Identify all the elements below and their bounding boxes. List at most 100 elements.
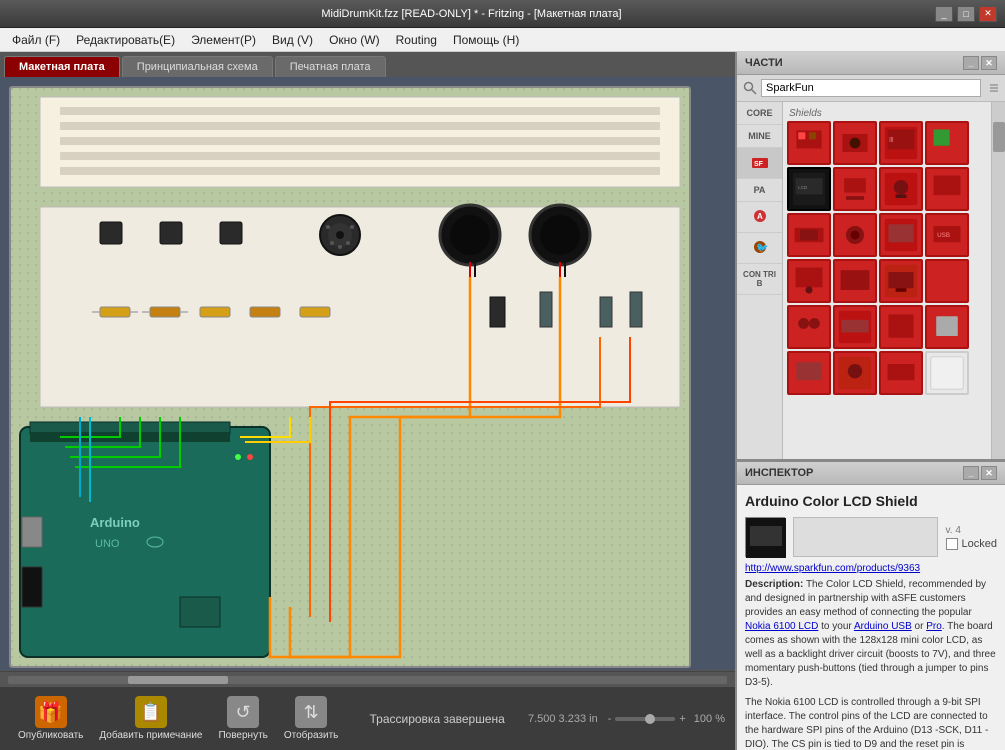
- part-item[interactable]: [879, 167, 923, 211]
- svg-text:SF: SF: [754, 161, 764, 168]
- part-item[interactable]: [833, 167, 877, 211]
- menu-item-window[interactable]: Окно (W): [321, 31, 388, 49]
- part-item[interactable]: [787, 305, 831, 349]
- cat-pa[interactable]: PA: [737, 179, 782, 202]
- rotate-button[interactable]: ↺ Повернуть: [210, 692, 275, 745]
- minimize-btn[interactable]: _: [935, 6, 953, 22]
- tab-breadboard[interactable]: Макетная плата: [4, 56, 120, 77]
- parts-row-4: [787, 259, 987, 303]
- component-thumbnail: [745, 517, 785, 557]
- cat-contrib[interactable]: CON TRIB: [737, 264, 782, 295]
- tab-schematic[interactable]: Принципиальная схема: [122, 56, 273, 77]
- parts-row-3: USB: [787, 213, 987, 257]
- cat-core[interactable]: CORE: [737, 102, 782, 125]
- menu-item-edit[interactable]: Редактировать(E): [68, 31, 183, 49]
- wire-canvas: Arduino UNO: [0, 77, 735, 670]
- parts-panel-close[interactable]: ✕: [981, 56, 997, 70]
- bottom-toolbar: 🎁 Опубликовать 📋 Добавить примечание ↺ П…: [0, 670, 735, 750]
- arduino-pro-link[interactable]: Pro: [926, 621, 942, 632]
- add-note-button[interactable]: 📋 Добавить примечание: [91, 692, 210, 745]
- part-item[interactable]: [879, 213, 923, 257]
- menu-item-view[interactable]: Вид (V): [264, 31, 321, 49]
- search-icon: [743, 81, 757, 95]
- cat-extra2[interactable]: 🐦: [737, 233, 782, 264]
- part-item[interactable]: [833, 121, 877, 165]
- parts-panel: ЧАСТИ _ ✕: [737, 52, 1005, 462]
- menu-item-file[interactable]: Файл (F): [4, 31, 68, 49]
- inspector-header-controls: _ ✕: [963, 466, 997, 480]
- part-item[interactable]: [925, 167, 969, 211]
- part-item[interactable]: [787, 259, 831, 303]
- svg-text:LCD: LCD: [798, 185, 808, 190]
- tab-pcb[interactable]: Печатная плата: [275, 56, 386, 77]
- close-btn[interactable]: ✕: [979, 6, 997, 22]
- coordinates: 7.500 3.233 in: [528, 713, 598, 725]
- component-description: Description: The Color LCD Shield, recom…: [745, 578, 997, 690]
- svg-text:🐦: 🐦: [756, 243, 768, 254]
- part-item-selected[interactable]: LCD: [787, 167, 831, 211]
- menu-item-element[interactable]: Элемент(P): [183, 31, 264, 49]
- nokia-link[interactable]: Nokia 6100 LCD: [745, 621, 818, 632]
- component-title: Arduino Color LCD Shield: [745, 493, 997, 509]
- arduino-usb-link[interactable]: Arduino USB: [854, 621, 912, 632]
- svg-text:Arduino: Arduino: [90, 515, 140, 530]
- inspector-header: ИНСПЕКТОР _ ✕: [737, 462, 1005, 485]
- component-link[interactable]: http://www.sparkfun.com/products/9363: [745, 563, 997, 574]
- svg-text:|||: |||: [889, 137, 893, 143]
- cat-sparkfun[interactable]: SF: [737, 148, 782, 179]
- part-item[interactable]: [925, 305, 969, 349]
- section-label: Shields: [787, 106, 987, 121]
- parts-row-1: |||: [787, 121, 987, 165]
- part-item[interactable]: [925, 259, 969, 303]
- inspector-content: Arduino Color LCD Shield v. 4 Locked ht: [737, 485, 1005, 750]
- part-item[interactable]: [787, 121, 831, 165]
- inspector-title: ИНСПЕКТОР: [745, 467, 813, 479]
- parts-panel-minimize[interactable]: _: [963, 56, 979, 70]
- parts-grid-area: CORE MINE SF PA A 🐦 CON TRIB: [737, 102, 1005, 459]
- zoom-plus[interactable]: +: [679, 713, 685, 725]
- part-item[interactable]: [833, 351, 877, 395]
- parts-title: ЧАСТИ: [745, 57, 783, 69]
- cat-extra1[interactable]: A: [737, 202, 782, 233]
- inspector-close[interactable]: ✕: [981, 466, 997, 480]
- part-item[interactable]: [879, 351, 923, 395]
- horizontal-scrollbar[interactable]: [0, 671, 735, 687]
- locked-checkbox[interactable]: [946, 538, 958, 550]
- part-item[interactable]: [879, 259, 923, 303]
- part-item[interactable]: USB: [925, 213, 969, 257]
- maximize-btn[interactable]: □: [957, 6, 975, 22]
- inspector-panel: ИНСПЕКТОР _ ✕ Arduino Color LCD Shield v…: [737, 462, 1005, 750]
- zoom-slider[interactable]: [615, 717, 675, 721]
- canvas-area: Макетная плата Принципиальная схема Печа…: [0, 52, 735, 750]
- zoom-minus[interactable]: -: [608, 713, 612, 725]
- part-item[interactable]: [833, 305, 877, 349]
- parts-row-6: [787, 351, 987, 395]
- parts-scrollbar[interactable]: [991, 102, 1005, 459]
- part-item[interactable]: [925, 351, 969, 395]
- part-item[interactable]: [925, 121, 969, 165]
- parts-row-2: LCD: [787, 167, 987, 211]
- part-item[interactable]: [787, 213, 831, 257]
- inspector-minimize[interactable]: _: [963, 466, 979, 480]
- search-input[interactable]: [761, 79, 981, 97]
- right-panel: ЧАСТИ _ ✕: [735, 52, 1005, 750]
- cat-mine[interactable]: MINE: [737, 125, 782, 148]
- circuit-canvas[interactable]: Arduino UNO: [0, 77, 735, 670]
- category-tabs: CORE MINE SF PA A 🐦 CON TRIB: [737, 102, 783, 459]
- svg-text:USB: USB: [937, 232, 950, 239]
- titlebar: MidiDrumKit.fzz [READ-ONLY] * - Fritzing…: [0, 0, 1005, 28]
- publish-button[interactable]: 🎁 Опубликовать: [10, 692, 91, 745]
- main-layout: Макетная плата Принципиальная схема Печа…: [0, 52, 1005, 750]
- part-item[interactable]: [833, 213, 877, 257]
- status-bar: 🎁 Опубликовать 📋 Добавить примечание ↺ П…: [0, 687, 735, 750]
- part-item[interactable]: [879, 305, 923, 349]
- flip-button[interactable]: ⇅ Отобразить: [276, 692, 347, 745]
- part-item[interactable]: [787, 351, 831, 395]
- part-item[interactable]: |||: [879, 121, 923, 165]
- menu-item-help[interactable]: Помощь (H): [445, 31, 527, 49]
- svg-text:A: A: [757, 212, 763, 221]
- svg-text:UNO: UNO: [95, 538, 120, 550]
- menu-item-routing[interactable]: Routing: [388, 31, 445, 49]
- part-item[interactable]: [833, 259, 877, 303]
- parts-header-controls: _ ✕: [963, 56, 997, 70]
